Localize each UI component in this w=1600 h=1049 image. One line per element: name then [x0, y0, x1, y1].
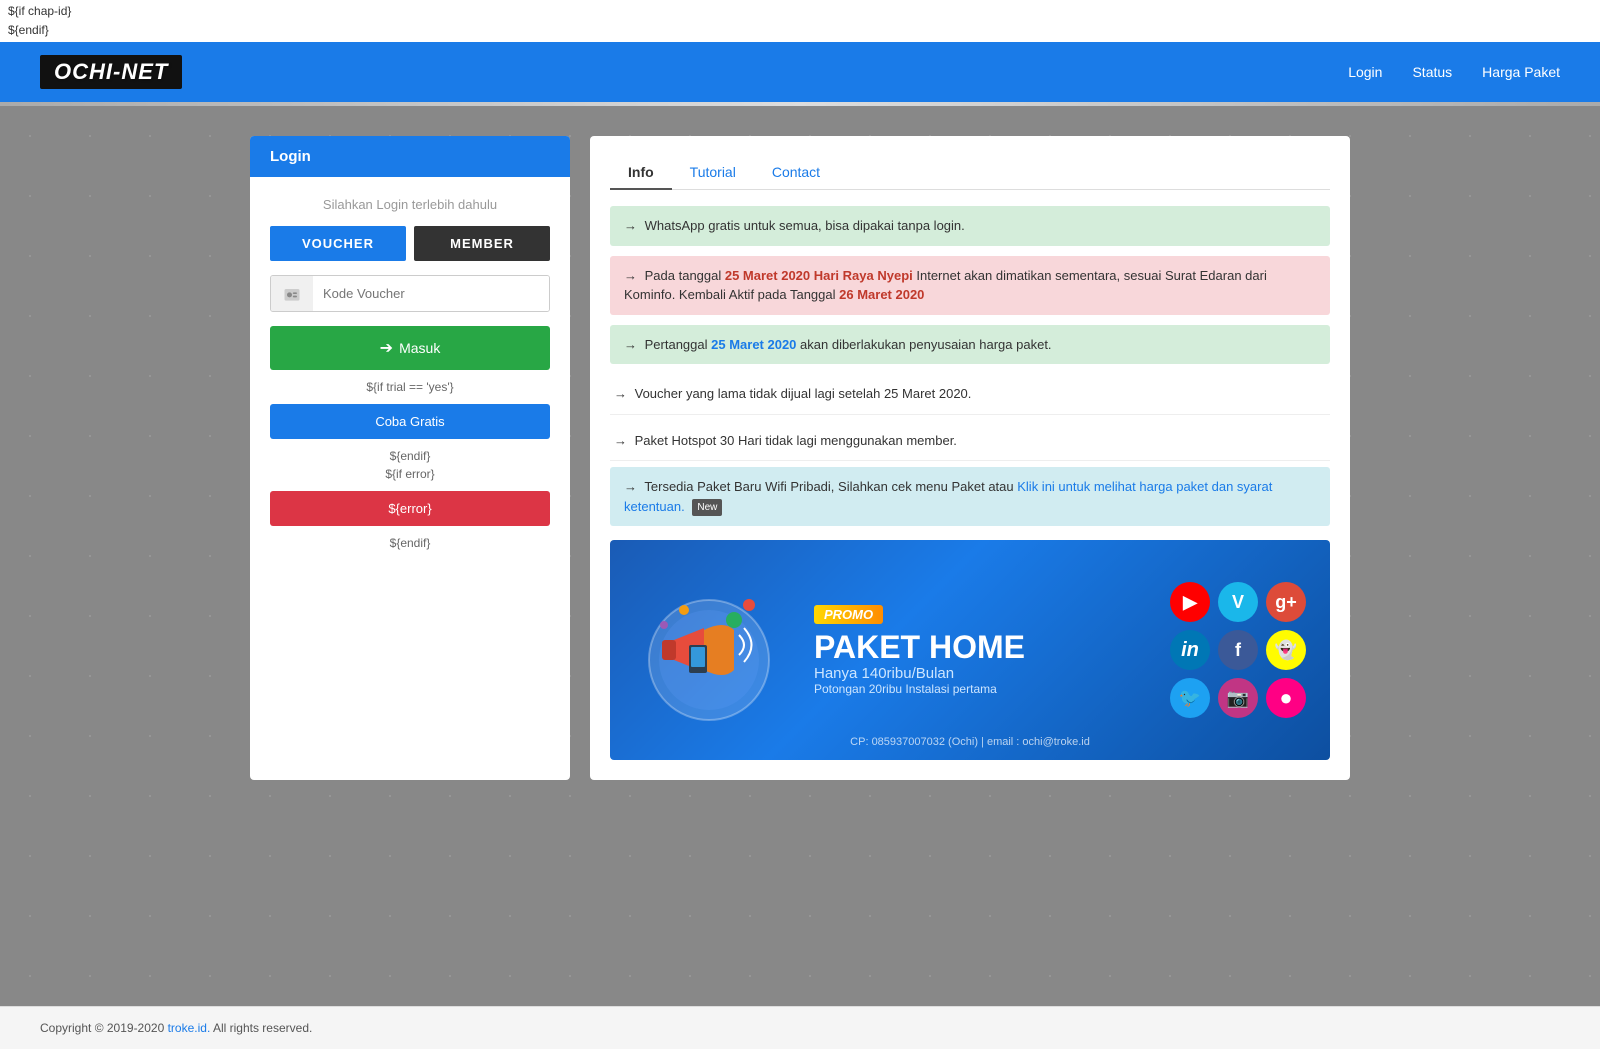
linkedin-icon: in — [1170, 630, 1210, 670]
info-msg-harga: → Pertanggal 25 Maret 2020 akan diberlak… — [610, 325, 1330, 365]
promo-cut: Potongan 20ribu Instalasi pertama — [814, 682, 1025, 696]
voucher-input[interactable] — [313, 276, 549, 311]
login-panel: Login Silahkan Login terlebih dahulu VOU… — [250, 136, 570, 780]
voucher-input-wrap — [270, 275, 550, 312]
voucher-icon — [271, 276, 313, 311]
youtube-icon: ▶ — [1170, 582, 1210, 622]
promo-left: PROMO PAKET HOME Hanya 140ribu/Bulan Pot… — [634, 570, 1025, 730]
twitter-icon: 🐦 — [1170, 678, 1210, 718]
login-header: Login — [250, 136, 570, 177]
tab-info[interactable]: Info — [610, 156, 672, 190]
gplus-icon: g+ — [1266, 582, 1306, 622]
template-endif1-text: ${endif} — [270, 449, 550, 463]
snapchat-icon: 👻 — [1266, 630, 1306, 670]
footer-link[interactable]: troke.id. — [168, 1021, 211, 1035]
masuk-button[interactable]: ➔ Masuk — [270, 326, 550, 370]
tab-contact[interactable]: Contact — [754, 156, 838, 190]
bg-area: Login Silahkan Login terlebih dahulu VOU… — [0, 106, 1600, 1006]
content-wrapper: Login Silahkan Login terlebih dahulu VOU… — [250, 136, 1350, 780]
login-hint: Silahkan Login terlebih dahulu — [270, 197, 550, 212]
voucher-button[interactable]: VOUCHER — [270, 226, 406, 261]
footer-suffix: All rights reserved. — [210, 1021, 312, 1035]
arrow-icon-2: → — [624, 268, 637, 283]
info-msg-nyepi: → Pada tanggal 25 Maret 2020 Hari Raya N… — [610, 256, 1330, 315]
promo-subtitle: Hanya 140ribu/Bulan — [814, 665, 1025, 682]
flickr-icon: ● — [1266, 678, 1306, 718]
debug-line1: ${if chap-id} — [8, 2, 1592, 21]
instagram-icon: 📷 — [1218, 678, 1258, 718]
member-button[interactable]: MEMBER — [414, 226, 550, 261]
logo: OCHI-NET — [40, 55, 182, 89]
login-body: Silahkan Login terlebih dahulu VOUCHER M… — [250, 177, 570, 574]
arrow-icon-4: → — [614, 386, 627, 401]
footer-copyright: Copyright © 2019-2020 — [40, 1021, 168, 1035]
new-badge: New — [692, 499, 722, 516]
coba-gratis-button[interactable]: Coba Gratis — [270, 404, 550, 439]
tab-tutorial[interactable]: Tutorial — [672, 156, 754, 190]
error-button[interactable]: ${error} — [270, 491, 550, 526]
debug-bar: ${if chap-id} ${endif} — [0, 0, 1600, 42]
info-panel: Info Tutorial Contact → WhatsApp gratis … — [590, 136, 1350, 780]
footer: Copyright © 2019-2020 troke.id. All righ… — [0, 1006, 1600, 1049]
info-msg-wifi: → Tersedia Paket Baru Wifi Pribadi, Sila… — [610, 467, 1330, 526]
arrow-icon-5: → — [614, 433, 627, 448]
promo-illustration — [634, 570, 794, 730]
template-trial-text: ${if trial == 'yes'} — [270, 380, 550, 394]
template-endif2-text: ${endif} — [270, 536, 550, 550]
promo-banner: PROMO PAKET HOME Hanya 140ribu/Bulan Pot… — [610, 540, 1330, 760]
vimeo-icon: V — [1218, 582, 1258, 622]
template-error-if-text: ${if error} — [270, 467, 550, 481]
nav: Login Status Harga Paket — [1348, 64, 1560, 80]
nav-status[interactable]: Status — [1412, 64, 1452, 80]
tabs: Info Tutorial Contact — [610, 156, 1330, 190]
login-arrow-icon: ➔ — [380, 338, 393, 358]
nav-harga-paket[interactable]: Harga Paket — [1482, 64, 1560, 80]
arrow-icon-6: → — [624, 479, 637, 494]
header: OCHI-NET Login Status Harga Paket — [0, 42, 1600, 102]
promo-contact: CP: 085937007032 (Ochi) | email : ochi@t… — [610, 736, 1330, 748]
promo-icons: ▶ V g+ in f 👻 🐦 📷 ● — [1170, 582, 1306, 718]
debug-line2: ${endif} — [8, 21, 1592, 40]
promo-title: PAKET HOME — [814, 630, 1025, 665]
nav-login[interactable]: Login — [1348, 64, 1382, 80]
arrow-icon-1: → — [624, 218, 637, 233]
promo-badge: PROMO — [814, 605, 883, 624]
btn-group: VOUCHER MEMBER — [270, 226, 550, 261]
info-msg-whatsapp: → WhatsApp gratis untuk semua, bisa dipa… — [610, 206, 1330, 246]
facebook-icon: f — [1218, 630, 1258, 670]
arrow-icon-3: → — [624, 337, 637, 352]
info-msg-voucher: → Voucher yang lama tidak dijual lagi se… — [610, 374, 1330, 415]
promo-content: PROMO PAKET HOME Hanya 140ribu/Bulan Pot… — [814, 605, 1025, 696]
info-msg-hotspot: → Paket Hotspot 30 Hari tidak lagi mengg… — [610, 421, 1330, 462]
